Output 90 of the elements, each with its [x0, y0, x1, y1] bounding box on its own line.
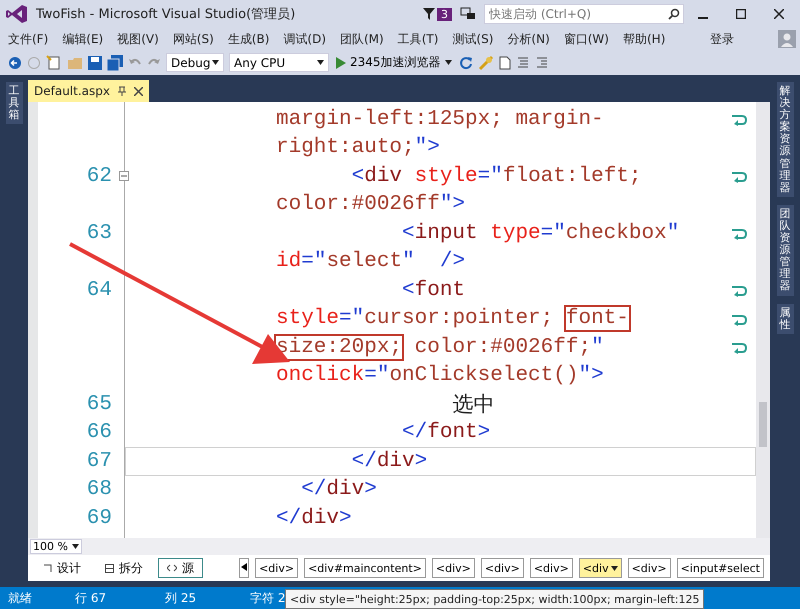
code-line: <div style="float:left;: [350, 164, 642, 188]
filter-icon[interactable]: [423, 8, 435, 20]
char-indicator: 字符 2: [250, 590, 284, 606]
menu-item[interactable]: 测试(S): [448, 30, 498, 48]
code-line: </div>: [350, 450, 428, 473]
left-arrow-icon: [241, 563, 248, 571]
maximize-icon: [736, 9, 746, 19]
menu-item[interactable]: 视图(V): [113, 30, 163, 48]
vertical-scrollbar[interactable]: [756, 102, 770, 538]
line-number: 68: [86, 478, 112, 502]
code-line: </div>: [276, 506, 353, 530]
menu-item[interactable]: 调试(D): [279, 30, 330, 48]
code-line: </font>: [401, 421, 492, 444]
caret-icon: [610, 566, 618, 570]
line-indicator: 行 67: [75, 590, 108, 606]
code-line: color:#0026ff">: [276, 193, 466, 216]
line-number: 64: [86, 278, 112, 302]
comment-lines-icon[interactable]: [516, 56, 530, 70]
refresh-icon[interactable]: [458, 56, 473, 70]
code-line: id="select" />: [276, 250, 466, 274]
play-icon: [336, 56, 346, 68]
code-line: margin-left:125px; margin-: [276, 108, 605, 131]
save-all-icon[interactable]: [107, 54, 123, 70]
configuration-dropdown[interactable]: Debug: [166, 53, 224, 72]
tag-breadcrumb[interactable]: <div: [578, 558, 622, 578]
menu-item[interactable]: 帮助(H): [618, 30, 670, 48]
caret-icon: [444, 60, 452, 65]
column-indicator: 列 25: [165, 590, 198, 606]
save-icon[interactable]: [88, 56, 102, 70]
code-line: <input type="checkbox": [401, 222, 680, 245]
side-panel-tab[interactable]: 团队资源管理器: [776, 204, 794, 296]
visual-studio-logo: [6, 4, 28, 24]
quick-launch-field[interactable]: 快速启动 (Ctrl+Q): [484, 4, 684, 24]
line-number: 66: [86, 421, 112, 444]
code-line: right:auto;">: [276, 136, 441, 160]
minimize-icon: [698, 17, 708, 19]
menu-item[interactable]: 编辑(E): [58, 30, 108, 48]
side-panel-tab[interactable]: 解决方案资源管理器: [776, 82, 794, 197]
tag-breadcrumb[interactable]: <div>: [255, 558, 298, 578]
back-icon[interactable]: [8, 56, 22, 70]
design-view-icon: [43, 564, 52, 572]
line-number: 69: [86, 506, 112, 530]
menu-item[interactable]: 团队(M): [336, 30, 388, 48]
tag-breadcrumb[interactable]: <div>: [432, 558, 475, 578]
menu-item[interactable]: 文件(F): [4, 30, 52, 48]
menu-item[interactable]: 工具(T): [394, 30, 442, 48]
caret-icon: [212, 60, 219, 65]
document-icon[interactable]: [498, 56, 511, 70]
uncomment-lines-icon[interactable]: [534, 56, 549, 70]
scroll-left-button[interactable]: [239, 558, 250, 578]
code-line: 选中: [451, 392, 496, 418]
caret-icon: [317, 60, 324, 65]
pin-icon[interactable]: [118, 86, 126, 96]
line-number: 67: [86, 450, 112, 473]
code-line: </div>: [300, 478, 378, 502]
tooltip: <div style="height:25px; padding-top:25px; width:100px; margin-left:125: [285, 589, 704, 609]
code-brackets-icon: [167, 564, 177, 572]
menu-item[interactable]: 分析(N): [503, 30, 554, 48]
document-tab[interactable]: Default.aspx: [28, 80, 149, 102]
sign-in-link[interactable]: 登录: [706, 30, 738, 48]
split-view-icon: [105, 564, 114, 572]
close-icon[interactable]: [134, 86, 143, 96]
zoom-dropdown[interactable]: 100 %: [30, 539, 82, 554]
side-panel-tab[interactable]: 工具箱: [6, 82, 22, 124]
code-line: onclick="onClickselect()">: [276, 364, 605, 388]
caret-icon: [72, 544, 79, 549]
status-text: 就绪: [8, 590, 33, 606]
tag-breadcrumb[interactable]: <div>: [628, 558, 671, 578]
menu-item[interactable]: 网站(S): [168, 30, 218, 48]
notification-count[interactable]: 3: [437, 8, 452, 20]
code-line: style="cursor:pointer; font-: [276, 307, 632, 330]
view-mode-tab[interactable]: 源: [158, 558, 203, 578]
tag-breadcrumb[interactable]: <input#select: [676, 558, 764, 578]
run-button[interactable]: 2345加速浏览器: [334, 54, 454, 71]
new-project-icon[interactable]: [46, 54, 62, 70]
window-title: TwoFish - Microsoft Visual Studio(管理员): [36, 6, 296, 23]
close-icon: [774, 9, 784, 19]
menu-item[interactable]: 窗口(W): [560, 30, 613, 48]
code-line: <font: [401, 278, 466, 302]
side-panel-tab[interactable]: 属性: [776, 304, 794, 334]
line-number: 65: [86, 392, 112, 416]
collapse-icon[interactable]: [119, 171, 129, 182]
menu-item[interactable]: 生成(B): [224, 30, 274, 48]
platform-dropdown[interactable]: Any CPU: [229, 53, 329, 72]
tag-breadcrumb[interactable]: <div>: [530, 558, 573, 578]
line-number: 63: [86, 222, 112, 245]
tag-breadcrumb[interactable]: <div>: [480, 558, 524, 578]
line-number: 62: [86, 164, 112, 188]
tag-breadcrumb[interactable]: <div#maincontent>: [304, 558, 426, 578]
feedback-icon[interactable]: [460, 7, 476, 21]
